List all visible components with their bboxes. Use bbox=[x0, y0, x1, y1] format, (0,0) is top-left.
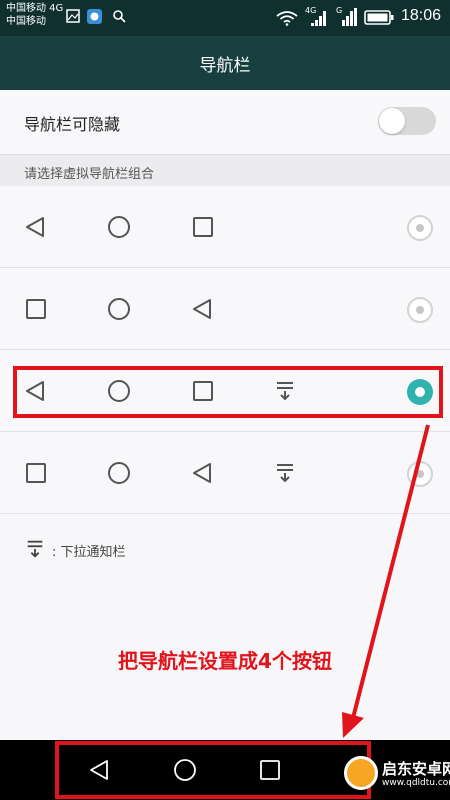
wifi-icon bbox=[276, 11, 298, 26]
image-icon bbox=[66, 9, 80, 23]
carrier-2: 中国移动 bbox=[6, 16, 46, 27]
battery-icon bbox=[364, 10, 394, 25]
nav-option-1[interactable] bbox=[0, 186, 450, 268]
home-icon bbox=[108, 216, 130, 238]
back-icon bbox=[193, 463, 211, 483]
radio-option-1[interactable] bbox=[407, 215, 433, 241]
navbar-hide-toggle[interactable] bbox=[378, 107, 436, 135]
app-icon bbox=[87, 9, 102, 24]
status-bar: 中国移动 4G 中国移动 4G G 18:06 bbox=[0, 0, 450, 36]
section-header: 请选择虚拟导航栏组合 bbox=[0, 154, 450, 186]
toggle-knob bbox=[379, 108, 405, 134]
highlight-box-nav bbox=[55, 741, 371, 799]
legend-label: : 下拉通知栏 bbox=[52, 545, 126, 560]
clock: 18:06 bbox=[400, 7, 441, 24]
nav-option-2[interactable] bbox=[0, 268, 450, 350]
recent-icon bbox=[26, 463, 46, 483]
signal-icon bbox=[311, 11, 326, 26]
back-icon bbox=[26, 217, 44, 237]
watermark-name: 启东安卓网 bbox=[382, 760, 450, 778]
annotation-text: 把导航栏设置成4个按钮 bbox=[118, 649, 332, 673]
recent-icon bbox=[193, 217, 213, 237]
nav-option-4[interactable] bbox=[0, 432, 450, 514]
back-icon bbox=[193, 299, 211, 319]
radio-option-4[interactable] bbox=[407, 461, 433, 487]
radio-option-2[interactable] bbox=[407, 297, 433, 323]
signal-icon bbox=[342, 8, 357, 26]
home-icon bbox=[108, 462, 130, 484]
home-icon bbox=[108, 298, 130, 320]
navbar-hide-label: 导航栏可隐藏 bbox=[24, 115, 121, 134]
watermark-url: www.qdldtu.com bbox=[382, 778, 450, 788]
watermark: 启东安卓网 www.qdldtu.com bbox=[338, 750, 450, 800]
page-title: 导航栏 bbox=[199, 56, 251, 76]
search-icon bbox=[113, 10, 126, 23]
title-bar: 导航栏 bbox=[0, 36, 450, 90]
recent-icon bbox=[26, 299, 46, 319]
watermark-logo-icon bbox=[344, 756, 378, 790]
legend: : 下拉通知栏 bbox=[24, 538, 126, 564]
highlight-box bbox=[13, 366, 443, 418]
notification-icon bbox=[27, 540, 43, 558]
carrier-1: 中国移动 4G bbox=[6, 3, 64, 14]
notification-icon bbox=[277, 464, 293, 483]
section-header-label: 请选择虚拟导航栏组合 bbox=[24, 167, 155, 182]
